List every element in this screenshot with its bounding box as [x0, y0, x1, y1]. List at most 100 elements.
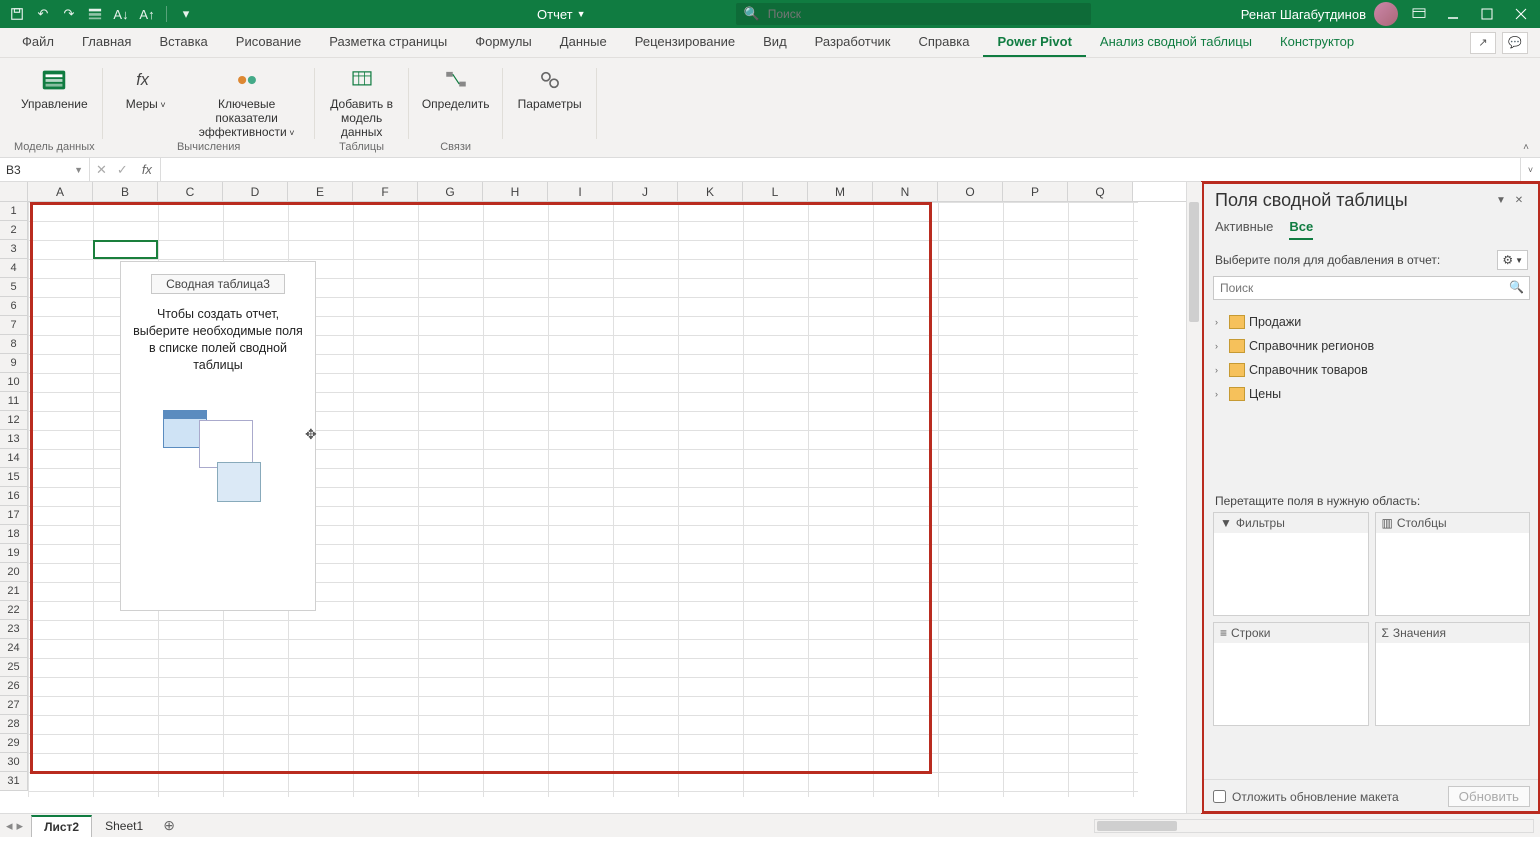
row-header[interactable]: 6 [0, 297, 28, 316]
field-table-item[interactable]: ›Справочник регионов [1213, 334, 1530, 358]
column-header[interactable]: E [288, 182, 353, 201]
row-header[interactable]: 31 [0, 772, 28, 791]
measures-button[interactable]: fxМеры ˅ [111, 62, 181, 114]
row-header[interactable]: 19 [0, 544, 28, 563]
row-header[interactable]: 4 [0, 259, 28, 278]
ribbon-tab-рисование[interactable]: Рисование [222, 28, 315, 57]
detect-button[interactable]: Определить [417, 62, 495, 114]
row-header[interactable]: 22 [0, 601, 28, 620]
panel-tab-все[interactable]: Все [1289, 215, 1313, 240]
column-header[interactable]: P [1003, 182, 1068, 201]
cancel-formula-icon[interactable]: ✕ [96, 162, 107, 178]
qat-customize-icon[interactable]: ▾ [175, 3, 197, 25]
ribbon-tab-вставка[interactable]: Вставка [145, 28, 221, 57]
row-header[interactable]: 12 [0, 411, 28, 430]
panel-tab-активные[interactable]: Активные [1215, 215, 1273, 240]
ribbon-tab-конструктор[interactable]: Конструктор [1266, 28, 1368, 57]
document-title[interactable]: Отчет ▼ [537, 7, 586, 22]
column-header[interactable]: A [28, 182, 93, 201]
ribbon-tab-формулы[interactable]: Формулы [461, 28, 546, 57]
ribbon-tab-рецензирование[interactable]: Рецензирование [621, 28, 749, 57]
column-header[interactable]: D [223, 182, 288, 201]
column-header[interactable]: J [613, 182, 678, 201]
spreadsheet-grid[interactable]: ABCDEFGHIJKLMNOPQ 1234567891011121314151… [0, 182, 1186, 813]
ribbon-tab-разметка-страницы[interactable]: Разметка страницы [315, 28, 461, 57]
column-header[interactable]: F [353, 182, 418, 201]
sheet-tab[interactable]: Sheet1 [92, 815, 156, 837]
sheet-nav-prev-icon[interactable]: ◂ [6, 818, 13, 834]
accept-formula-icon[interactable]: ✓ [117, 162, 128, 178]
comments-icon[interactable]: 💬 [1502, 32, 1528, 54]
row-header[interactable]: 2 [0, 221, 28, 240]
column-header[interactable]: M [808, 182, 873, 201]
vertical-scrollbar[interactable] [1186, 182, 1202, 813]
ribbon-tab-данные[interactable]: Данные [546, 28, 621, 57]
name-box[interactable]: B3▼ [0, 158, 90, 181]
row-header[interactable]: 10 [0, 373, 28, 392]
panel-options-icon[interactable]: ▼ [1492, 195, 1510, 206]
row-header[interactable]: 25 [0, 658, 28, 677]
table-format-icon[interactable] [84, 3, 106, 25]
fx-icon[interactable]: fx [134, 158, 161, 181]
save-icon[interactable] [6, 3, 28, 25]
row-header[interactable]: 16 [0, 487, 28, 506]
ribbon-tab-файл[interactable]: Файл [8, 28, 68, 57]
row-header[interactable]: 8 [0, 335, 28, 354]
field-search-input[interactable] [1213, 276, 1530, 300]
minimize-icon[interactable] [1440, 3, 1466, 25]
row-header[interactable]: 18 [0, 525, 28, 544]
select-all-corner[interactable] [0, 182, 28, 201]
add-to-model-button[interactable]: Добавить в модель данных [323, 62, 401, 141]
filters-drop-zone[interactable]: ▼Фильтры [1213, 512, 1369, 616]
values-drop-zone[interactable]: ΣЗначения [1375, 622, 1531, 726]
add-sheet-button[interactable]: ⊕ [158, 817, 180, 834]
ribbon-tab-главная[interactable]: Главная [68, 28, 145, 57]
row-header[interactable]: 1 [0, 202, 28, 221]
row-header[interactable]: 14 [0, 449, 28, 468]
field-table-item[interactable]: ›Справочник товаров [1213, 358, 1530, 382]
row-header[interactable]: 17 [0, 506, 28, 525]
panel-close-icon[interactable]: ✕ [1510, 195, 1528, 206]
column-header[interactable]: N [873, 182, 938, 201]
search-box[interactable]: 🔍 [736, 3, 1091, 25]
row-header[interactable]: 11 [0, 392, 28, 411]
maximize-icon[interactable] [1474, 3, 1500, 25]
sort-desc-icon[interactable]: A↑ [136, 3, 158, 25]
horizontal-scrollbar[interactable] [1094, 819, 1534, 833]
column-header[interactable]: O [938, 182, 1003, 201]
ribbon-tab-вид[interactable]: Вид [749, 28, 801, 57]
column-header[interactable]: B [93, 182, 158, 201]
rows-drop-zone[interactable]: ≡Строки [1213, 622, 1369, 726]
row-header[interactable]: 15 [0, 468, 28, 487]
update-button[interactable]: Обновить [1448, 786, 1530, 807]
row-header[interactable]: 30 [0, 753, 28, 772]
column-header[interactable]: L [743, 182, 808, 201]
row-header[interactable]: 24 [0, 639, 28, 658]
params-button[interactable]: Параметры [511, 62, 589, 114]
search-input[interactable] [768, 7, 1083, 21]
ribbon-tab-разработчик[interactable]: Разработчик [801, 28, 905, 57]
pivot-table-placeholder[interactable]: Сводная таблица3 Чтобы создать отчет, вы… [120, 261, 316, 611]
column-header[interactable]: Q [1068, 182, 1133, 201]
row-header[interactable]: 5 [0, 278, 28, 297]
panel-layout-gear[interactable]: ⚙▼ [1497, 250, 1528, 270]
ribbon-tab-справка[interactable]: Справка [904, 28, 983, 57]
row-header[interactable]: 3 [0, 240, 28, 259]
row-header[interactable]: 9 [0, 354, 28, 373]
row-header[interactable]: 13 [0, 430, 28, 449]
row-header[interactable]: 23 [0, 620, 28, 639]
row-header[interactable]: 28 [0, 715, 28, 734]
sheet-tab[interactable]: Лист2 [31, 815, 92, 837]
column-header[interactable]: I [548, 182, 613, 201]
user-name[interactable]: Ренат Шагабутдинов [1241, 7, 1366, 22]
close-icon[interactable] [1508, 3, 1534, 25]
expand-formula-bar-icon[interactable]: ˅ [1520, 158, 1540, 181]
collapse-ribbon-icon[interactable]: ˄ [1518, 142, 1534, 153]
sheet-nav-next-icon[interactable]: ▸ [17, 818, 24, 834]
user-avatar[interactable] [1374, 2, 1398, 26]
redo-icon[interactable]: ↷ [58, 3, 80, 25]
column-header[interactable]: H [483, 182, 548, 201]
row-header[interactable]: 29 [0, 734, 28, 753]
column-header[interactable]: C [158, 182, 223, 201]
column-header[interactable]: G [418, 182, 483, 201]
